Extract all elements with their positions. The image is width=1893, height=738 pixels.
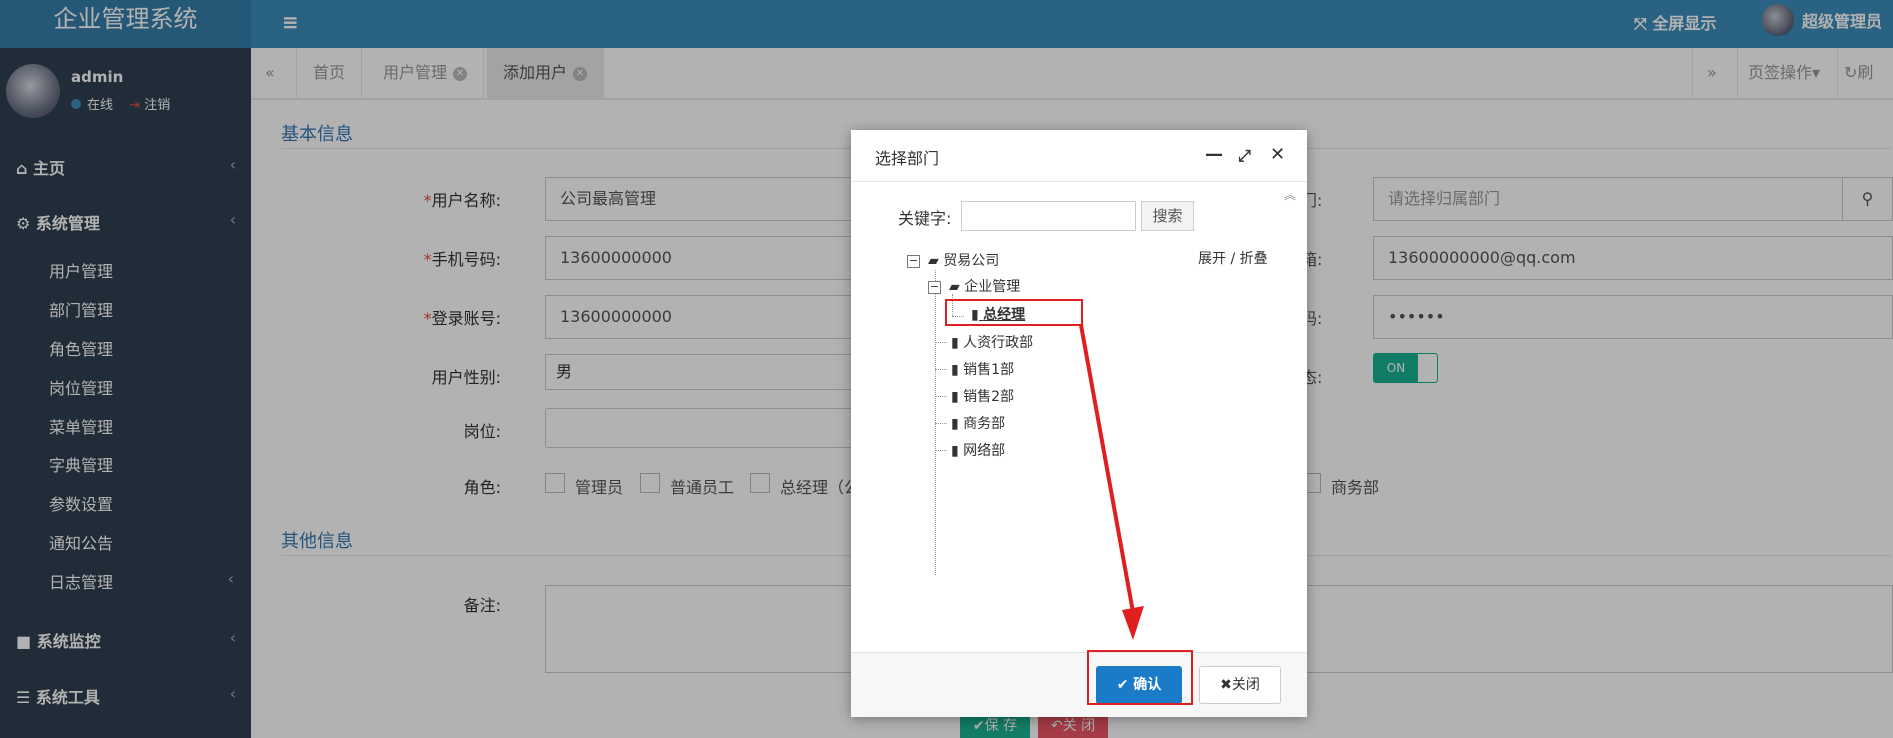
maximize-icon[interactable]: ⤢: [1238, 146, 1251, 166]
tree-node[interactable]: ▮ 商务部: [951, 413, 1005, 433]
tree-node[interactable]: ▮ 销售2部: [951, 386, 1014, 406]
tree-node[interactable]: ▮ 销售1部: [951, 359, 1014, 379]
minimize-icon[interactable]: —: [1205, 144, 1223, 165]
tree-node-label: 销售1部: [963, 362, 1015, 378]
dialog-title: 选择部门: [875, 149, 940, 168]
folder-open-icon: ▰: [928, 253, 944, 269]
expand-collapse-link[interactable]: 展开 / 折叠: [1198, 248, 1268, 268]
highlight-box: [1087, 650, 1193, 705]
scroll-up-icon[interactable]: ︽: [1284, 186, 1296, 203]
file-icon: ▮: [951, 335, 964, 351]
tree-node-label: 企业管理: [964, 279, 1021, 295]
close-label: 关闭: [1231, 677, 1260, 693]
tree-node-label: 人资行政部: [963, 335, 1034, 351]
tree-line: [935, 423, 947, 424]
keyword-input[interactable]: [961, 201, 1136, 231]
file-icon: ▮: [951, 443, 964, 459]
tree-line: [935, 369, 947, 370]
tree-node-group[interactable]: − ▰ 企业管理: [928, 276, 1020, 296]
tree-node[interactable]: ▮ 人资行政部: [951, 332, 1033, 352]
collapse-icon[interactable]: −: [907, 254, 920, 268]
tree-line: [935, 396, 947, 397]
file-icon: ▮: [951, 362, 964, 378]
file-icon: ▮: [951, 389, 964, 405]
close-icon[interactable]: ✕: [1270, 144, 1285, 165]
tree-node-label: 贸易公司: [943, 253, 1000, 269]
collapse-icon[interactable]: −: [928, 280, 941, 294]
tree-node-root[interactable]: − ▰ 贸易公司: [907, 250, 999, 270]
folder-open-icon: ▰: [949, 279, 965, 295]
dialog-close-button[interactable]: ✖关闭: [1199, 666, 1281, 704]
tree-node-label: 网络部: [963, 443, 1006, 459]
close-icon: ✖: [1220, 677, 1232, 693]
keyword-label: 关键字:: [898, 209, 952, 228]
tree-line: [935, 342, 947, 343]
dialog-header: 选择部门 — ⤢ ✕: [851, 130, 1307, 182]
search-button[interactable]: 搜索: [1141, 201, 1194, 231]
select-dept-dialog: 选择部门 — ⤢ ✕ ︽ 关键字: 搜索 展开 / 折叠 − ▰ 贸易公司 − ▰ …: [851, 130, 1307, 717]
tree-node[interactable]: ▮ 网络部: [951, 440, 1005, 460]
tree-node-label: 销售2部: [963, 389, 1015, 405]
file-icon: ▮: [951, 416, 964, 432]
tree-node-label: 商务部: [963, 416, 1006, 432]
tree-line: [935, 450, 947, 451]
highlight-box: [945, 299, 1083, 326]
